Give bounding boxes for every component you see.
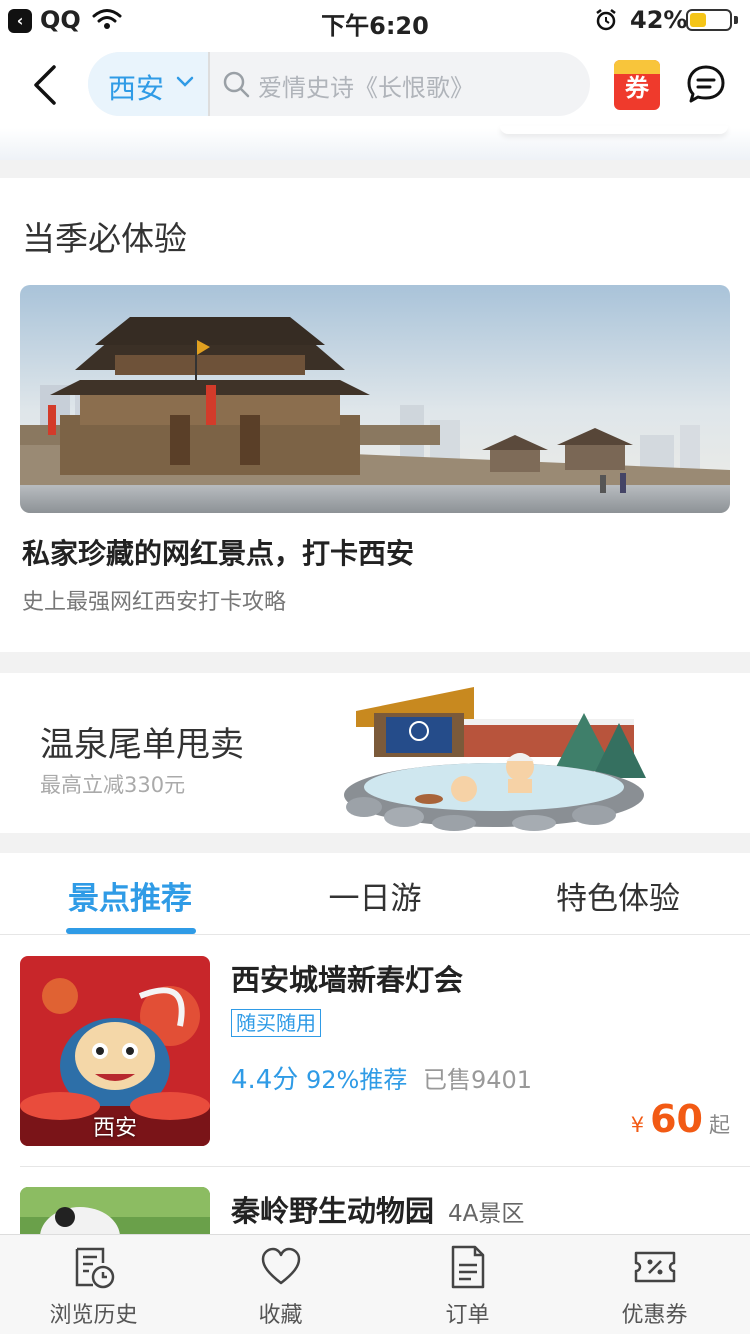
thumbnail-city-label: 西安 — [92, 1116, 137, 1141]
item-sold-count: 已售9401 — [422, 1066, 533, 1094]
item-title: 西安城墙新春灯会 — [231, 963, 464, 997]
coupon-button[interactable]: 券 — [614, 60, 660, 110]
item-thumbnail — [20, 1187, 210, 1235]
item-rating: 4.4分 92%推荐 已售9401 — [231, 1059, 532, 1096]
battery-cap — [734, 16, 738, 24]
battery-icon — [686, 9, 732, 31]
chevron-down-icon — [176, 76, 194, 87]
history-icon — [75, 1247, 115, 1289]
search-bar[interactable]: 西安 爱情史诗《长恨歌》 — [88, 52, 590, 116]
tab-attractions[interactable]: 景点推荐 — [40, 873, 220, 918]
coupon-ribbon — [614, 60, 660, 74]
hot-spring-banner[interactable]: 温泉尾单甩卖 最高立减330元 — [0, 673, 750, 833]
search-icon — [223, 71, 250, 98]
item-recommend-rate: 92%推荐 — [306, 1066, 408, 1094]
nav-item-orders[interactable]: 订单 — [374, 1235, 561, 1334]
alarm-icon — [596, 9, 616, 31]
battery-fill — [690, 13, 706, 27]
coupon-icon — [634, 1251, 676, 1283]
feature-subtitle: 史上最强网红西安打卡攻略 — [22, 590, 287, 615]
search-divider — [208, 52, 210, 116]
nav-item-label: 订单 — [445, 1303, 490, 1328]
tab-experience[interactable]: 特色体验 — [528, 873, 708, 918]
search-placeholder[interactable]: 爱情史诗《长恨歌》 — [258, 68, 474, 103]
currency-symbol: ¥ — [630, 1113, 645, 1137]
banner-title: 温泉尾单甩卖 — [40, 725, 244, 765]
wildlife-park-image — [20, 1187, 210, 1235]
item-score: 4.4分 — [231, 1065, 299, 1095]
list-item[interactable]: 西安 西安城墙新春灯会 随买随用 4.4分 92%推荐 已售9401 ¥60 起 — [0, 935, 750, 1167]
item-price: ¥60 起 — [631, 1097, 730, 1141]
attraction-list: 西安 西安城墙新春灯会 随买随用 4.4分 92%推荐 已售9401 ¥60 起 … — [0, 935, 750, 1235]
nav-item-label: 收藏 — [258, 1303, 303, 1328]
back-arrow-icon[interactable] — [30, 64, 60, 106]
status-bar: ‹ QQ 下午6:20 42% — [0, 0, 750, 40]
price-value: 60 — [650, 1097, 703, 1141]
active-tab-indicator — [66, 928, 196, 934]
item-tag-badge: 随买随用 — [231, 1009, 321, 1037]
item-title: 秦岭野生动物园 4A景区 — [231, 1188, 524, 1230]
city-selector[interactable]: 西安 — [88, 52, 208, 116]
heart-icon — [261, 1247, 301, 1285]
nav-item-history[interactable]: 浏览历史 — [0, 1235, 187, 1334]
category-tabs: 景点推荐 一日游 特色体验 — [0, 853, 750, 935]
hot-spring-illustration — [344, 687, 646, 831]
nav-item-coupons[interactable]: 优惠券 — [561, 1235, 748, 1334]
nav-item-favorites[interactable]: 收藏 — [187, 1235, 374, 1334]
message-icon[interactable] — [686, 64, 726, 104]
list-item[interactable]: 秦岭野生动物园 4A景区 — [0, 1166, 750, 1235]
previous-section-remnant — [0, 126, 750, 160]
item-title-text: 秦岭野生动物园 — [231, 1194, 435, 1228]
item-level-badge: 4A景区 — [448, 1201, 525, 1227]
season-section: 当季必体验 私家珍藏的网红景点，打卡西安 史上最强网红西安打卡攻略 — [0, 178, 750, 652]
nav-item-label: 浏览历史 — [49, 1303, 138, 1328]
coupon-badge-label: 券 — [625, 74, 649, 102]
item-thumbnail: 西安 — [20, 956, 210, 1146]
battery-percent: 42% — [630, 6, 688, 34]
tab-day-tour[interactable]: 一日游 — [285, 873, 465, 918]
order-icon — [451, 1245, 485, 1289]
city-label: 西安 — [108, 72, 165, 105]
price-suffix: 起 — [709, 1113, 730, 1137]
bottom-nav: 浏览历史 收藏 订单 优惠券 — [0, 1234, 750, 1334]
nav-bar: 西安 爱情史诗《长恨歌》 券 — [0, 40, 750, 128]
banner-subtitle: 最高立减330元 — [40, 773, 186, 797]
city-wall-illustration — [20, 285, 730, 513]
feature-headline[interactable]: 私家珍藏的网红景点，打卡西安 — [22, 532, 414, 572]
city-wall-image[interactable] — [20, 285, 730, 513]
nav-item-label: 优惠券 — [621, 1303, 688, 1328]
section-title: 当季必体验 — [22, 219, 187, 258]
strip-card-shadow — [500, 126, 728, 134]
